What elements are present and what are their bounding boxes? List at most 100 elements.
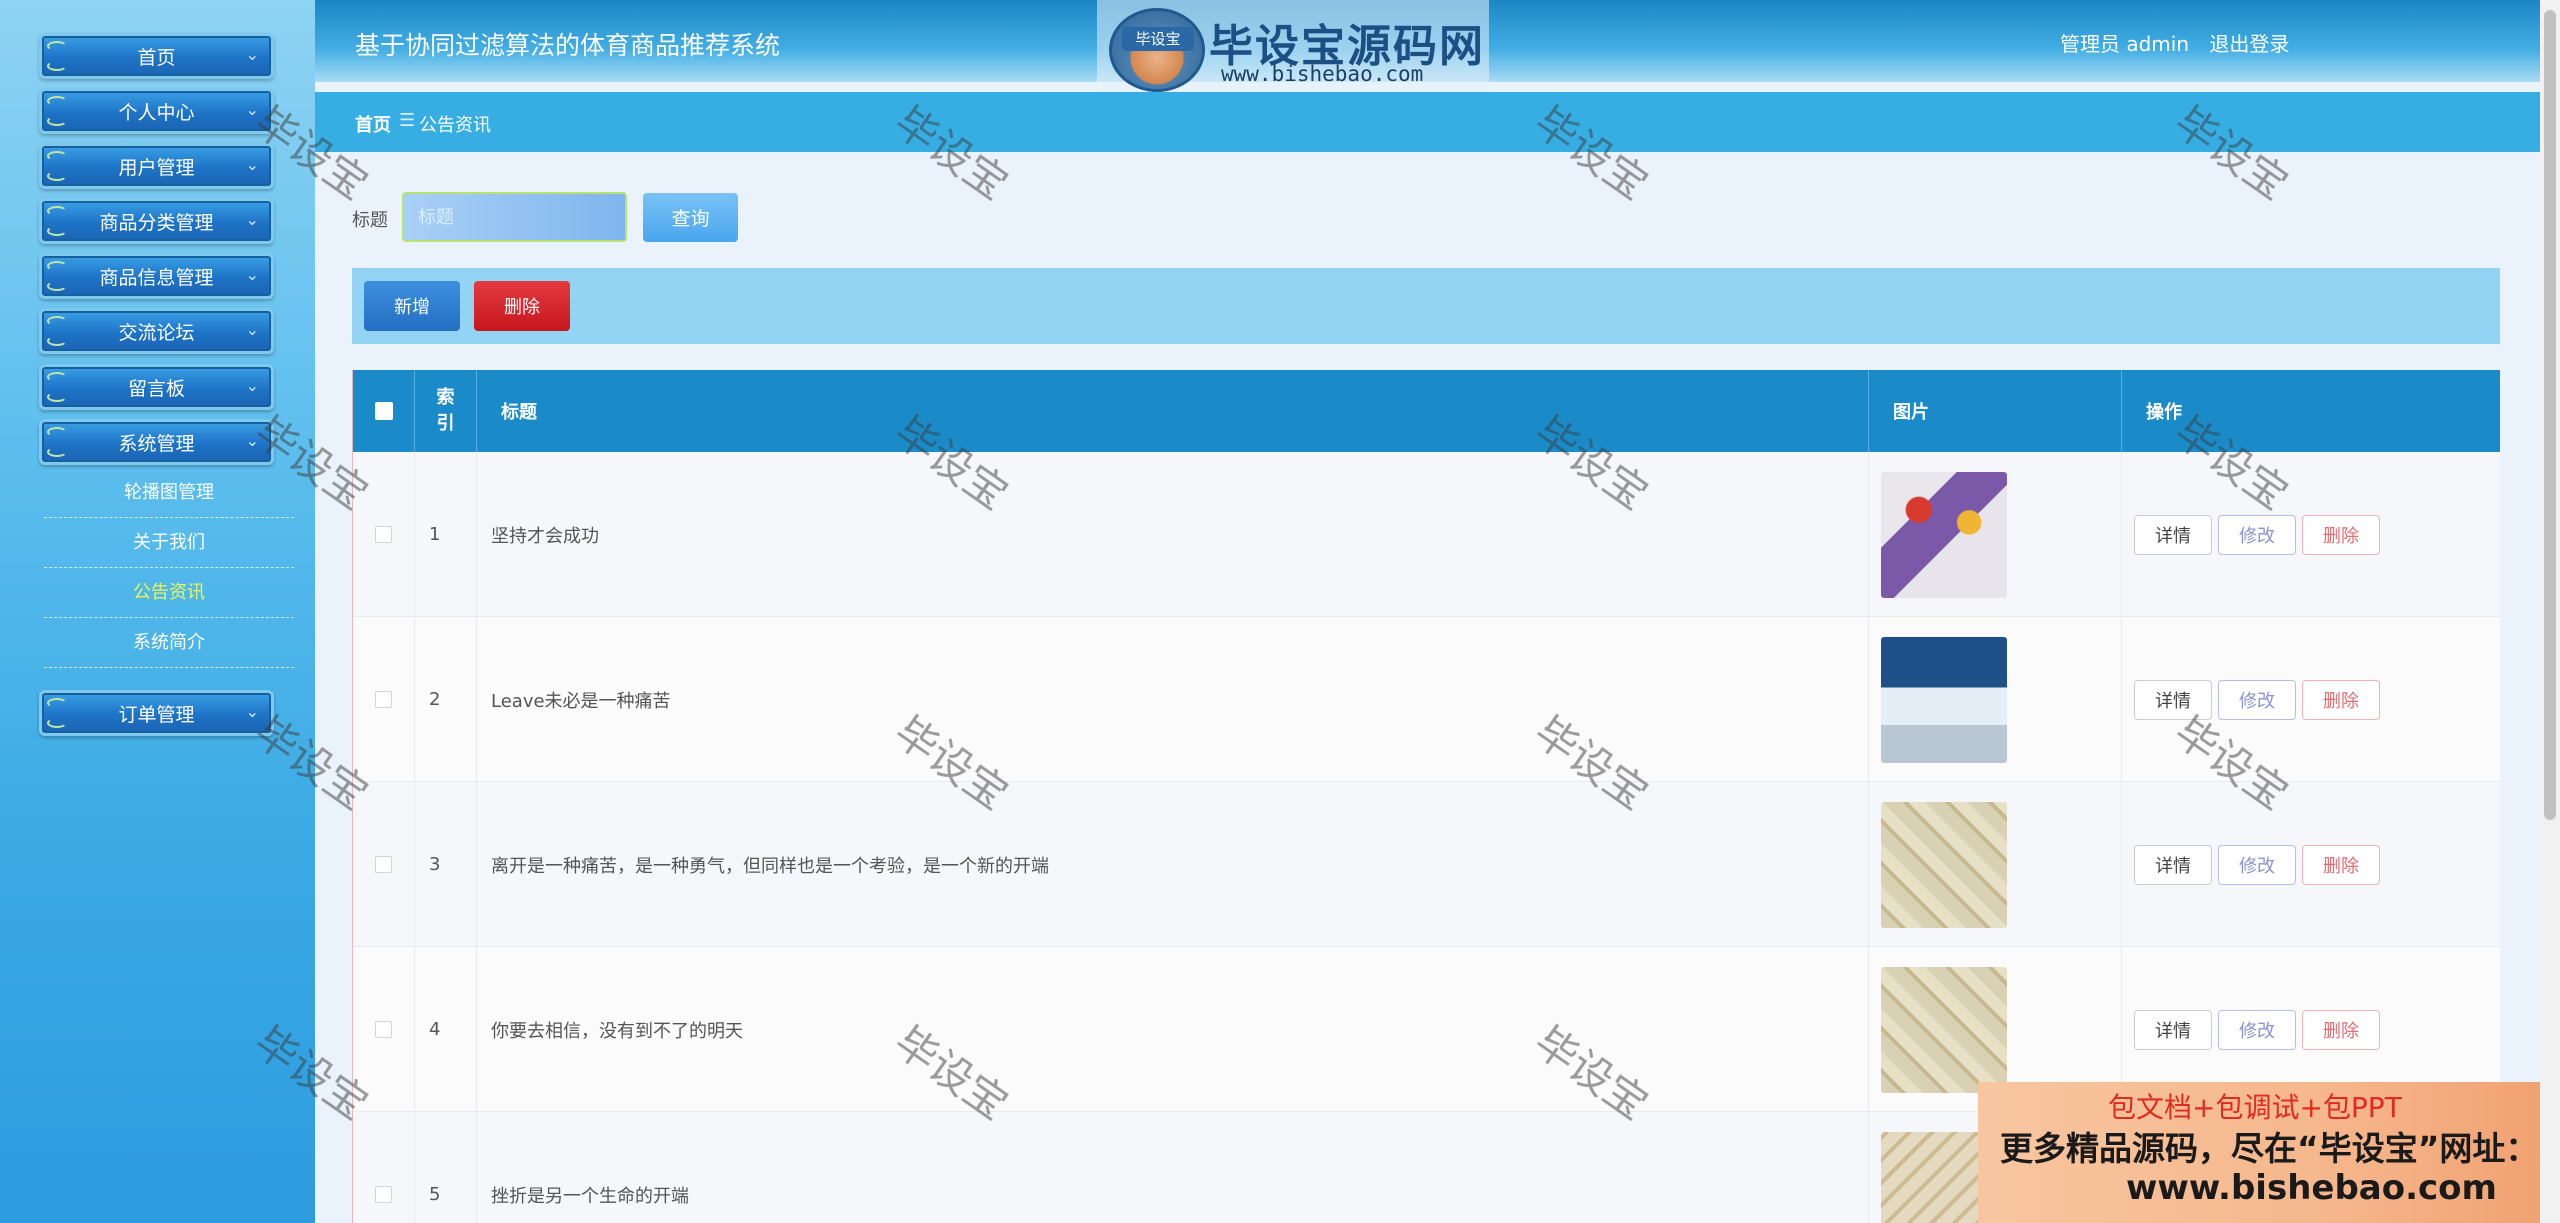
- breadcrumb: 首页 ☰ 公告资讯: [315, 92, 2540, 152]
- breadcrumb-current: 公告资讯: [419, 115, 491, 136]
- delete-button[interactable]: 删除: [2302, 844, 2380, 885]
- site-logo: 毕设宝 毕设宝源码网 www.bishebao.com: [1097, 0, 1489, 102]
- ad-line-1: 包文档+包调试+包PPT: [2108, 1091, 2402, 1124]
- menu-label: 商品信息管理: [99, 266, 214, 289]
- menu-category[interactable]: 商品分类管理 ⌄: [39, 198, 274, 244]
- row-index: 1: [415, 452, 477, 617]
- table-row: 2 Leave未必是一种痛苦 详情 修改 删除: [353, 617, 2500, 782]
- row-checkbox[interactable]: [353, 947, 415, 1112]
- row-title: 你要去相信，没有到不了的明天: [477, 947, 1869, 1112]
- menu-users[interactable]: 用户管理 ⌄: [39, 143, 274, 189]
- logo-url: www.bishebao.com: [1221, 62, 1424, 86]
- ad-line-3: www.bishebao.com: [2126, 1168, 2497, 1208]
- row-ops: 详情 修改 删除: [2122, 452, 2500, 617]
- menu-label: 用户管理: [118, 156, 195, 179]
- submenu-carousel[interactable]: 轮播图管理: [44, 468, 294, 518]
- chevron-down-icon: ⌄: [245, 155, 259, 174]
- menu-icon: ☰: [399, 110, 416, 131]
- search-button[interactable]: 查询: [643, 193, 738, 242]
- row-image-cell: [1869, 782, 2122, 947]
- edit-button[interactable]: 修改: [2218, 1009, 2296, 1050]
- logo-emblem-icon: 毕设宝: [1109, 8, 1205, 92]
- row-index: 2: [415, 617, 477, 782]
- menu-system[interactable]: 系统管理 ⌄: [39, 419, 274, 465]
- delete-button[interactable]: 删除: [2302, 679, 2380, 720]
- table-row: 1 坚持才会成功 详情 修改 删除: [353, 452, 2500, 617]
- menu-forum[interactable]: 交流论坛 ⌄: [39, 308, 274, 354]
- menu-label: 首页: [137, 46, 176, 69]
- header-index: 索引: [415, 370, 477, 452]
- menu-label: 个人中心: [118, 101, 195, 124]
- row-title: 挫折是另一个生命的开端: [477, 1112, 1869, 1223]
- menu-messages[interactable]: 留言板 ⌄: [39, 364, 274, 410]
- app-title: 基于协同过滤算法的体育商品推荐系统: [355, 31, 781, 60]
- menu-orders[interactable]: 订单管理 ⌄: [39, 690, 274, 736]
- menu-label: 系统管理: [118, 432, 195, 455]
- detail-button[interactable]: 详情: [2134, 679, 2212, 720]
- table-header: 索引 标题 图片 操作: [353, 370, 2500, 452]
- header-title: 标题: [477, 370, 1869, 452]
- submenu-news[interactable]: 公告资讯: [44, 568, 294, 618]
- add-button[interactable]: 新增: [364, 281, 460, 331]
- row-checkbox[interactable]: [353, 782, 415, 947]
- row-checkbox[interactable]: [353, 617, 415, 782]
- header-image: 图片: [1869, 370, 2122, 452]
- breadcrumb-home[interactable]: 首页: [355, 111, 391, 137]
- chevron-down-icon: ⌄: [245, 431, 259, 450]
- row-title: 离开是一种痛苦，是一种勇气，但同样也是一个考验，是一个新的开端: [477, 782, 1869, 947]
- row-thumbnail: [1881, 966, 2007, 1093]
- edit-button[interactable]: 修改: [2218, 844, 2296, 885]
- row-thumbnail: [1881, 801, 2007, 928]
- chevron-down-icon: ⌄: [245, 210, 259, 229]
- submenu-intro[interactable]: 系统简介: [44, 618, 294, 668]
- logout-link[interactable]: 退出登录: [2209, 32, 2289, 56]
- menu-home[interactable]: 首页 ⌄: [39, 33, 274, 79]
- action-bar: 新增 删除: [352, 268, 2500, 344]
- menu-products[interactable]: 商品信息管理 ⌄: [39, 253, 274, 299]
- batch-delete-button[interactable]: 删除: [474, 281, 570, 331]
- menu-label: 留言板: [127, 377, 185, 400]
- detail-button[interactable]: 详情: [2134, 1009, 2212, 1050]
- logo-badge: 毕设宝: [1122, 27, 1194, 51]
- row-thumbnail: [1881, 636, 2007, 763]
- edit-button[interactable]: 修改: [2218, 514, 2296, 555]
- ad-line-2: 更多精品源码，尽在“毕设宝”网址：: [2000, 1129, 2539, 1168]
- delete-button[interactable]: 删除: [2302, 514, 2380, 555]
- chevron-down-icon: ⌄: [245, 265, 259, 284]
- row-index: 5: [415, 1112, 477, 1223]
- detail-button[interactable]: 详情: [2134, 844, 2212, 885]
- menu-profile[interactable]: 个人中心 ⌄: [39, 88, 274, 134]
- scrollbar-thumb[interactable]: [2544, 10, 2556, 820]
- row-title: Leave未必是一种痛苦: [477, 617, 1869, 782]
- row-title: 坚持才会成功: [477, 452, 1869, 617]
- row-checkbox[interactable]: [353, 1112, 415, 1223]
- row-image-cell: [1869, 617, 2122, 782]
- chevron-down-icon: ⌄: [245, 376, 259, 395]
- chevron-down-icon: ⌄: [245, 320, 259, 339]
- chevron-down-icon: ⌄: [245, 702, 259, 721]
- table-row: 3 离开是一种痛苦，是一种勇气，但同样也是一个考验，是一个新的开端 详情 修改 …: [353, 782, 2500, 947]
- row-image-cell: [1869, 452, 2122, 617]
- sidebar: 首页 ⌄ 个人中心 ⌄ 用户管理 ⌄ 商品分类管理 ⌄ 商品信息管理 ⌄ 交流论坛 ⌄ 留言…: [0, 0, 315, 1223]
- search-label: 标题: [352, 210, 388, 231]
- row-thumbnail: [1881, 471, 2007, 598]
- select-all-checkbox[interactable]: [353, 370, 415, 452]
- user-info: 管理员 admin 退出登录: [2060, 28, 2289, 57]
- ad-banner[interactable]: 包文档+包调试+包PPT 更多精品源码，尽在“毕设宝”网址： www.bishe…: [1978, 1082, 2560, 1223]
- edit-button[interactable]: 修改: [2218, 679, 2296, 720]
- submenu-about[interactable]: 关于我们: [44, 518, 294, 568]
- chevron-down-icon: ⌄: [245, 100, 259, 119]
- search-input[interactable]: [402, 192, 627, 242]
- detail-button[interactable]: 详情: [2134, 514, 2212, 555]
- menu-label: 商品分类管理: [99, 211, 214, 234]
- user-label: 管理员 admin: [2060, 32, 2190, 56]
- menu-label: 订单管理: [118, 703, 195, 726]
- delete-button[interactable]: 删除: [2302, 1009, 2380, 1050]
- row-index: 3: [415, 782, 477, 947]
- row-ops: 详情 修改 删除: [2122, 782, 2500, 947]
- row-checkbox[interactable]: [353, 452, 415, 617]
- menu-label: 交流论坛: [118, 321, 195, 344]
- header-ops: 操作: [2146, 402, 2182, 423]
- row-ops: 详情 修改 删除: [2122, 617, 2500, 782]
- row-index: 4: [415, 947, 477, 1112]
